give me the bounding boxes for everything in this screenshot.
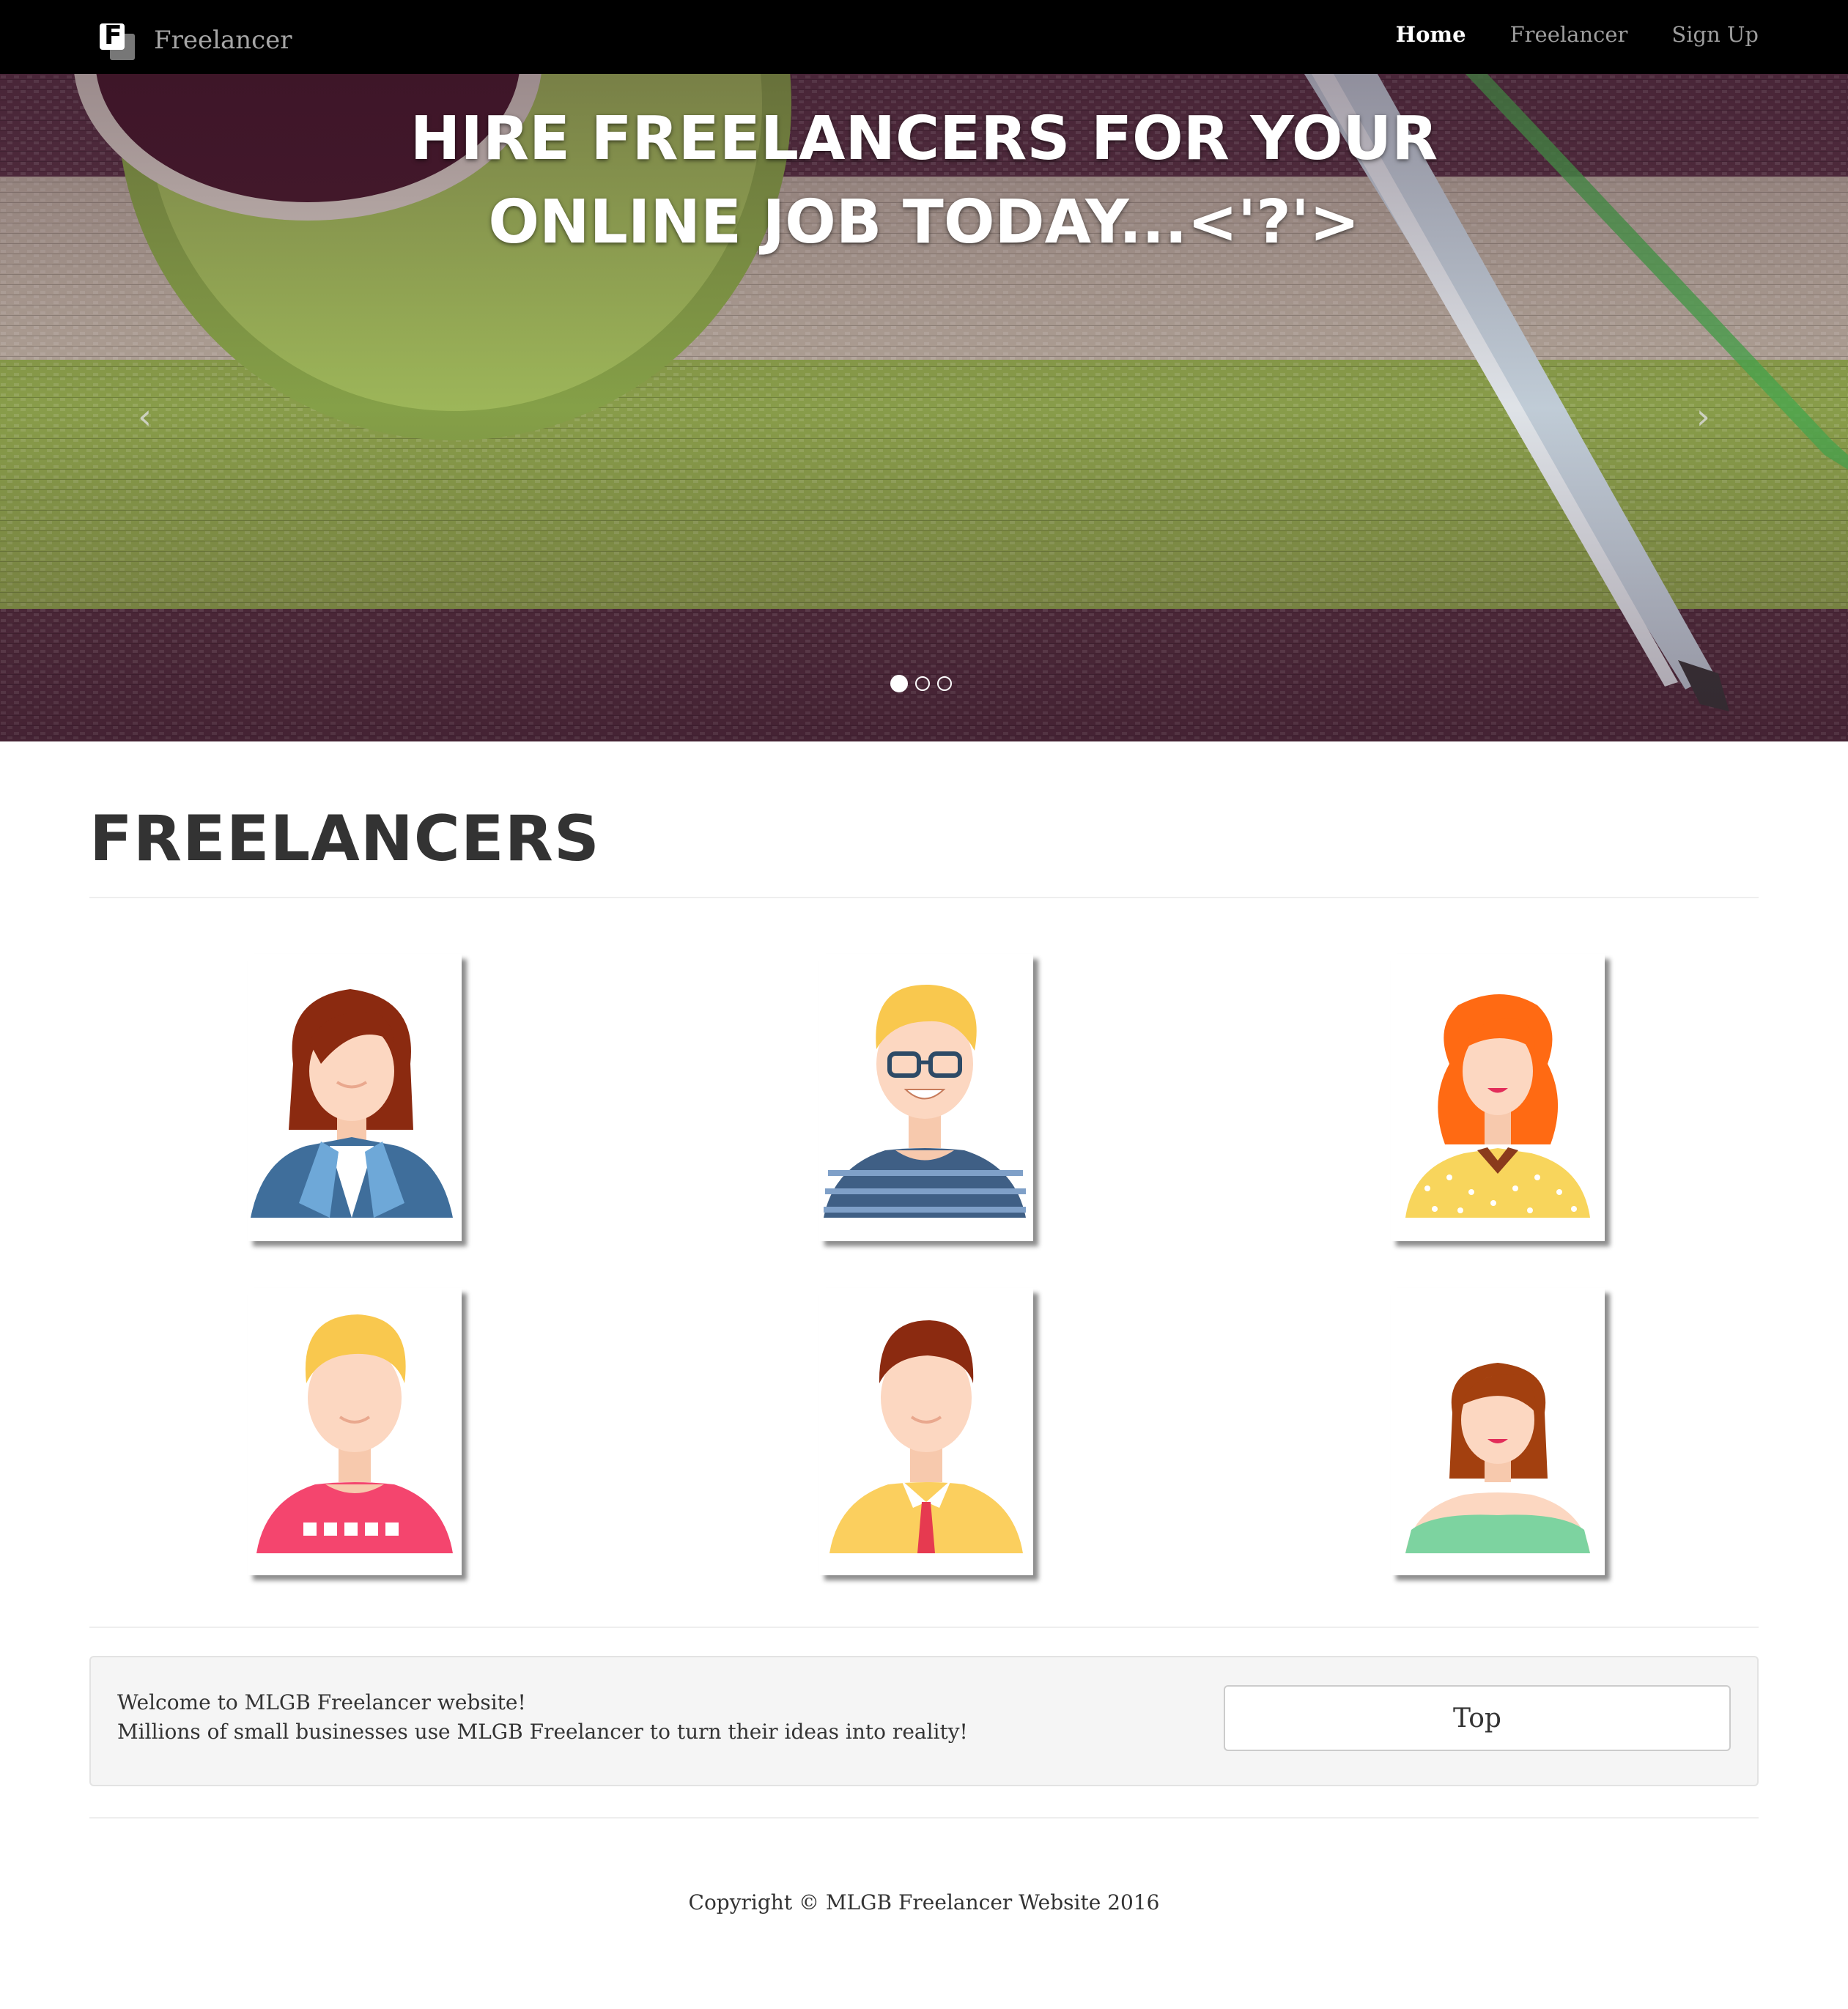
chevron-right-icon: › (1696, 396, 1710, 437)
navbar: F Freelancer Home Freelancer Sign Up (0, 0, 1848, 74)
freelancer-card[interactable] (1391, 954, 1605, 1241)
welcome-well: Welcome to MLGB Freelancer website! Mill… (89, 1656, 1759, 1786)
carousel-next-button[interactable]: › (1696, 396, 1710, 437)
hero-carousel: HIRE FREELANCERS FOR YOUR ONLINE JOB TOD… (0, 74, 1848, 741)
carousel-prev-button[interactable]: ‹ (138, 396, 152, 437)
woman-bob-avatar (1405, 1363, 1590, 1553)
divider (89, 1627, 1759, 1628)
nav-home-link[interactable]: Home (1396, 22, 1466, 47)
divider (89, 897, 1759, 898)
footer-copyright: Copyright © MLGB Freelancer Website 2016 (688, 1890, 1160, 1914)
nav-links: Home Freelancer Sign Up (1396, 22, 1759, 47)
carousel-indicator-1[interactable] (890, 675, 908, 692)
carousel-indicator-2[interactable] (915, 676, 930, 691)
hero-title: HIRE FREELANCERS FOR YOUR ONLINE JOB TOD… (410, 104, 1438, 257)
carousel-indicator-3[interactable] (937, 676, 952, 691)
redhead-woman-avatar (1405, 994, 1590, 1218)
blonde-man-avatar (256, 1314, 453, 1553)
top-button[interactable]: Top (1224, 1685, 1731, 1751)
freelancer-card[interactable] (1391, 1288, 1605, 1575)
carousel-indicators (890, 675, 952, 692)
man-tie-avatar (829, 1320, 1023, 1553)
welcome-text: Welcome to MLGB Freelancer website! Mill… (117, 1688, 968, 1747)
brand-logo-icon: F (100, 21, 135, 60)
welcome-line-1: Welcome to MLGB Freelancer website! (117, 1690, 526, 1714)
man-glasses-avatar (824, 984, 1026, 1218)
freelancer-card[interactable] (819, 1288, 1033, 1575)
chevron-left-icon: ‹ (138, 396, 152, 437)
brand-name: Freelancer (154, 26, 292, 55)
brand-link[interactable]: F Freelancer (100, 21, 292, 60)
section-title: FREELANCERS (89, 802, 600, 876)
divider (89, 1817, 1759, 1819)
welcome-line-2: Millions of small businesses use MLGB Fr… (117, 1720, 968, 1744)
woman-blazer-avatar (251, 989, 453, 1218)
nav-freelancer-link[interactable]: Freelancer (1510, 22, 1628, 47)
freelancer-card[interactable] (248, 1288, 462, 1575)
nav-signup-link[interactable]: Sign Up (1671, 22, 1759, 47)
freelancer-card[interactable] (819, 954, 1033, 1241)
freelancer-card[interactable] (248, 954, 462, 1241)
